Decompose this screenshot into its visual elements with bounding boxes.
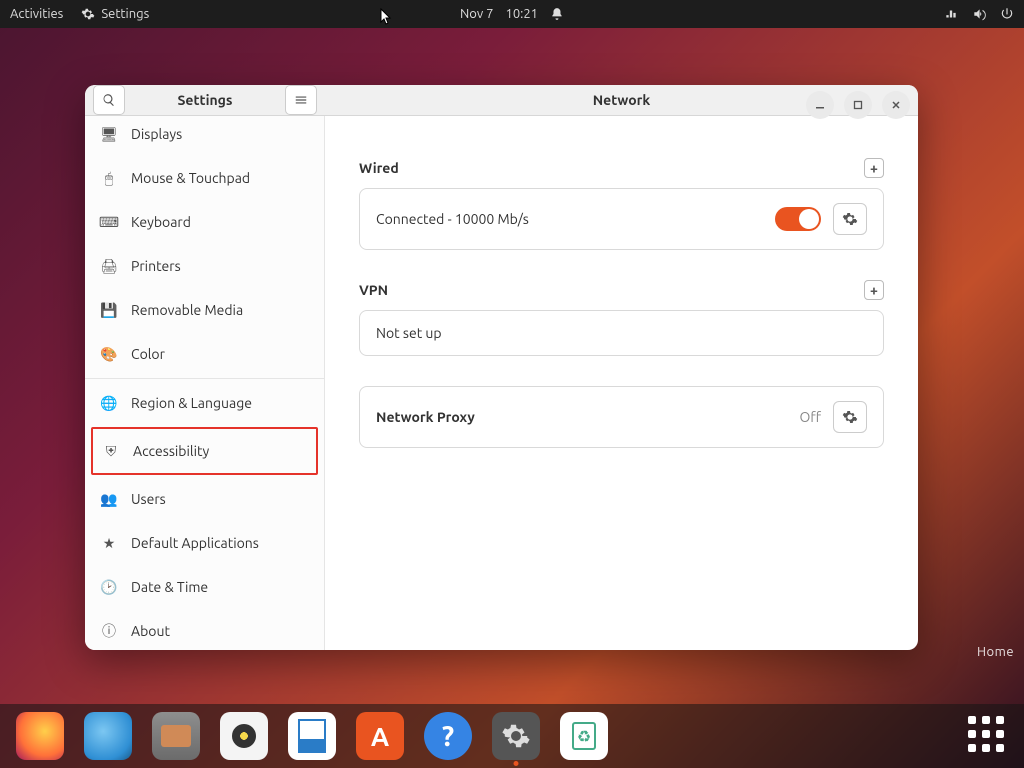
dock-app-trash[interactable]: ♻ (560, 712, 608, 760)
sidebar-item-datetime[interactable]: 🕑Date & Time (85, 565, 324, 609)
accessibility-icon: ⛨ (103, 443, 119, 459)
media-icon: 💾 (101, 302, 117, 318)
settings-sidebar: 🖥Displays 🖱Mouse & Touchpad ⌨Keyboard 🖨P… (85, 116, 325, 650)
sidebar-item-removable-media[interactable]: 💾Removable Media (85, 288, 324, 332)
topbar-time[interactable]: 10:21 (505, 7, 538, 21)
wired-status-text: Connected - 10000 Mb/s (376, 211, 529, 227)
settings-window: Settings Network 🖥Displays 🖱Mouse & Touc… (85, 85, 918, 650)
top-bar: Activities Settings Nov 7 10:21 (0, 0, 1024, 28)
sidebar-item-color[interactable]: 🎨Color (85, 332, 324, 376)
gear-icon (842, 409, 858, 425)
close-button[interactable] (882, 91, 910, 119)
dock-app-rhythmbox[interactable] (220, 712, 268, 760)
proxy-title: Network Proxy (376, 409, 475, 425)
topbar-date[interactable]: Nov 7 (460, 7, 494, 21)
close-icon (891, 100, 901, 110)
dock-app-settings[interactable] (492, 712, 540, 760)
add-wired-button[interactable]: + (864, 158, 884, 178)
display-icon: 🖥 (101, 126, 117, 142)
minimize-button[interactable] (806, 91, 834, 119)
gear-icon (842, 211, 858, 227)
dock: A ? ♻ (0, 704, 1024, 768)
sidebar-item-users[interactable]: 👥Users (85, 477, 324, 521)
activities-button[interactable]: Activities (10, 7, 63, 21)
cursor-icon (380, 8, 392, 26)
wired-section-title: Wired (359, 160, 399, 176)
desktop-home-label: Home (977, 645, 1014, 659)
wired-toggle[interactable] (775, 207, 821, 231)
app-menu[interactable]: Settings (81, 7, 149, 21)
mouse-icon: 🖱 (101, 170, 117, 186)
gear-icon (81, 7, 95, 21)
show-applications-button[interactable] (968, 716, 1008, 756)
content-title: Network (593, 92, 651, 108)
clock-icon: 🕑 (101, 579, 117, 595)
dock-app-help[interactable]: ? (424, 712, 472, 760)
users-icon: 👥 (101, 491, 117, 507)
gear-icon (501, 721, 531, 751)
sidebar-item-default-apps[interactable]: ★Default Applications (85, 521, 324, 565)
proxy-status-text: Off (799, 409, 821, 425)
search-icon (102, 93, 116, 107)
proxy-row[interactable]: Network Proxy Off (359, 386, 884, 448)
add-vpn-button[interactable]: + (864, 280, 884, 300)
vpn-row: Not set up (359, 310, 884, 356)
proxy-settings-button[interactable] (833, 401, 867, 433)
star-icon: ★ (101, 535, 117, 551)
dock-app-firefox[interactable] (16, 712, 64, 760)
maximize-button[interactable] (844, 91, 872, 119)
vpn-status-text: Not set up (376, 325, 442, 341)
dock-app-thunderbird[interactable] (84, 712, 132, 760)
sidebar-item-mouse[interactable]: 🖱Mouse & Touchpad (85, 156, 324, 200)
globe-icon: 🌐 (101, 395, 117, 411)
sidebar-item-region[interactable]: 🌐Region & Language (85, 381, 324, 425)
sidebar-item-accessibility[interactable]: ⛨Accessibility (93, 429, 316, 473)
dock-app-writer[interactable] (288, 712, 336, 760)
power-icon[interactable] (1000, 7, 1014, 21)
wired-connection-row[interactable]: Connected - 10000 Mb/s (359, 188, 884, 250)
keyboard-icon: ⌨ (101, 214, 117, 230)
titlebar: Settings Network (85, 85, 918, 116)
wired-settings-button[interactable] (833, 203, 867, 235)
network-panel: Wired + Connected - 10000 Mb/s VPN + Not… (325, 116, 918, 650)
vpn-section-title: VPN (359, 282, 388, 298)
hamburger-button[interactable] (285, 85, 317, 115)
sidebar-highlight: ⛨Accessibility (91, 427, 318, 475)
sidebar-item-printers[interactable]: 🖨Printers (85, 244, 324, 288)
info-icon: ⓘ (101, 623, 117, 639)
sidebar-item-about[interactable]: ⓘAbout (85, 609, 324, 650)
sidebar-item-displays[interactable]: 🖥Displays (85, 116, 324, 156)
dock-app-files[interactable] (152, 712, 200, 760)
search-button[interactable] (93, 85, 125, 115)
color-icon: 🎨 (101, 346, 117, 362)
maximize-icon (853, 100, 863, 110)
network-indicator-icon[interactable] (944, 7, 958, 21)
volume-icon[interactable] (972, 7, 986, 21)
sidebar-item-keyboard[interactable]: ⌨Keyboard (85, 200, 324, 244)
bell-icon[interactable] (550, 7, 564, 21)
dock-app-software[interactable]: A (356, 712, 404, 760)
printer-icon: 🖨 (101, 258, 117, 274)
sidebar-title: Settings (133, 92, 277, 108)
hamburger-icon (294, 93, 308, 107)
minimize-icon (815, 100, 825, 110)
